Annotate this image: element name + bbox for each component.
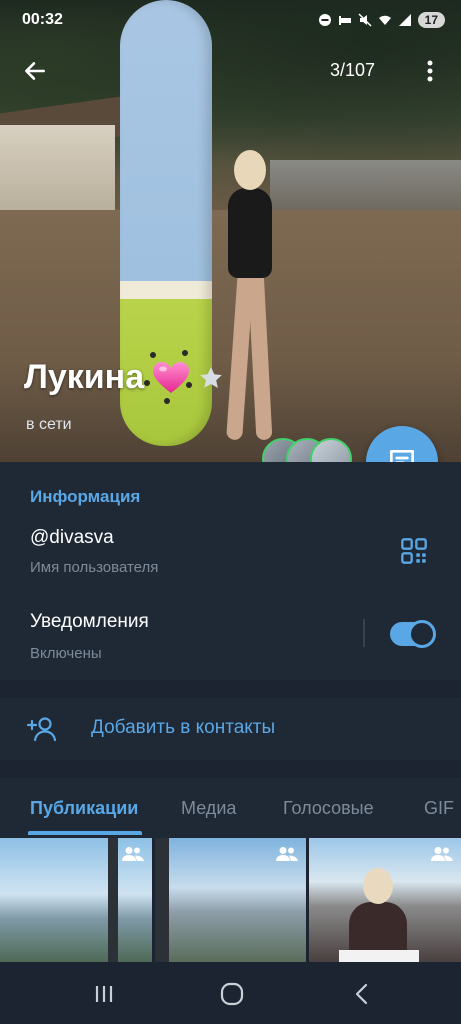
more-menu-button[interactable] bbox=[418, 54, 442, 88]
photo-building bbox=[270, 160, 461, 210]
home-icon[interactable] bbox=[218, 980, 246, 1008]
group-icon bbox=[431, 847, 454, 861]
recent-apps-icon[interactable] bbox=[90, 980, 118, 1008]
add-person-icon bbox=[26, 717, 57, 742]
back-button[interactable] bbox=[18, 54, 52, 88]
info-section-title: Информация bbox=[30, 487, 141, 506]
username-value[interactable]: @divasva bbox=[30, 527, 114, 549]
profile-name: Лукина bbox=[24, 358, 145, 396]
media-thumbnail[interactable] bbox=[0, 838, 152, 962]
profile-name-row: Лукина bbox=[24, 358, 224, 397]
battery-level: 17 bbox=[417, 12, 445, 28]
wifi-icon bbox=[378, 15, 391, 25]
back-nav-icon[interactable] bbox=[348, 980, 376, 1008]
notifications-toggle[interactable] bbox=[390, 620, 436, 648]
thumbnail-person bbox=[339, 868, 420, 962]
notifications-title[interactable]: Уведомления bbox=[30, 611, 149, 633]
top-bar: 3/107 bbox=[0, 50, 461, 90]
signal-icon bbox=[398, 14, 411, 26]
status-icons: 17 bbox=[318, 12, 445, 28]
tab-media[interactable]: Медиа bbox=[181, 798, 236, 819]
status-time: 00:32 bbox=[22, 11, 63, 28]
group-icon bbox=[121, 847, 144, 861]
media-thumbnail[interactable] bbox=[154, 838, 307, 962]
arrow-left-icon bbox=[25, 62, 45, 80]
heart-emoji-icon bbox=[153, 361, 190, 393]
add-contact-row[interactable]: Добавить в контакты bbox=[0, 698, 461, 760]
status-bar: 00:32 17 bbox=[0, 0, 461, 40]
more-vertical-icon bbox=[427, 60, 433, 82]
tab-publications[interactable]: Публикации bbox=[30, 798, 138, 819]
system-nav-bar bbox=[0, 962, 461, 1024]
profile-status: в сети bbox=[26, 416, 72, 433]
group-icon bbox=[276, 847, 299, 861]
mute-icon bbox=[358, 13, 372, 27]
media-tabs: Публикации Медиа Голосовые GIF bbox=[0, 778, 461, 838]
photo-counter: 3/107 bbox=[330, 60, 376, 80]
tab-indicator bbox=[28, 831, 142, 835]
dnd-icon bbox=[318, 14, 331, 26]
divider bbox=[363, 619, 365, 647]
username-label: Имя пользователя bbox=[30, 559, 159, 576]
bed-icon bbox=[338, 16, 351, 25]
qr-code-icon[interactable] bbox=[400, 537, 428, 565]
media-grid bbox=[0, 838, 461, 962]
photo-hut bbox=[0, 125, 115, 220]
star-icon[interactable] bbox=[198, 365, 224, 391]
tab-gif[interactable]: GIF bbox=[424, 798, 454, 819]
media-thumbnail[interactable] bbox=[309, 838, 461, 962]
notifications-status: Включены bbox=[30, 645, 102, 662]
toggle-knob bbox=[408, 620, 436, 648]
tab-voice[interactable]: Голосовые bbox=[283, 798, 374, 819]
add-contact-label: Добавить в контакты bbox=[91, 717, 276, 738]
info-section: Информация @divasva Имя пользователя Уве… bbox=[0, 462, 461, 680]
